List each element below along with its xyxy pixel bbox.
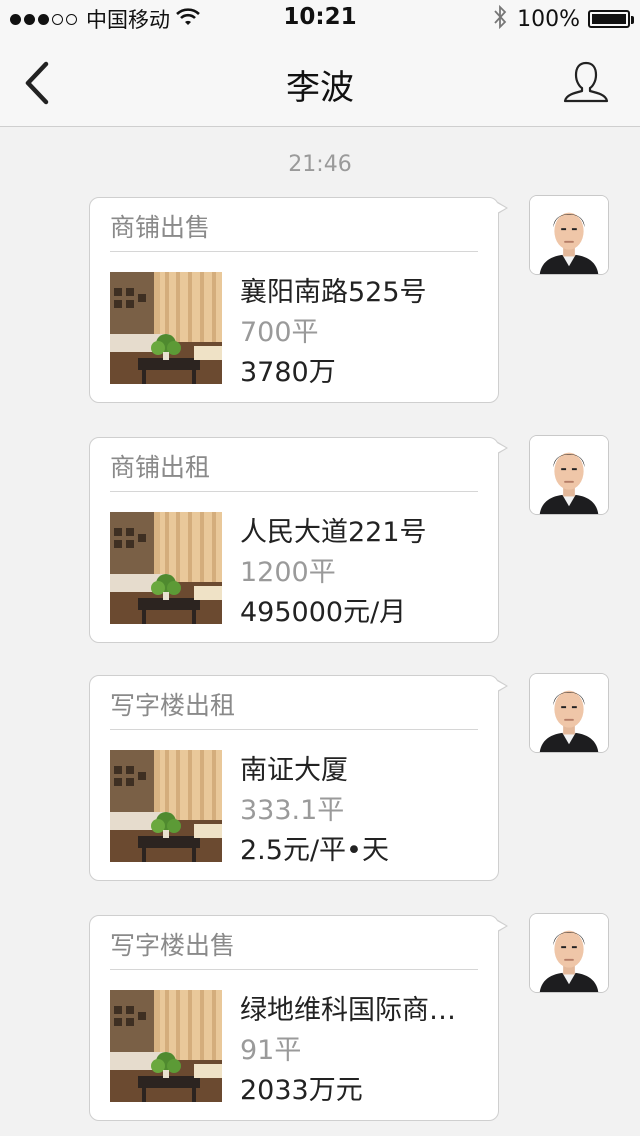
message-timestamp: 21:46 xyxy=(288,152,352,177)
avatar[interactable] xyxy=(529,195,609,275)
bubble-tail xyxy=(497,442,508,454)
card-divider xyxy=(110,251,478,252)
property-area: 91平 xyxy=(240,1035,302,1066)
property-card[interactable]: 写字楼出租 南证大厦 333.1平 2.5元/平•天 xyxy=(89,675,508,881)
bubble-tail xyxy=(497,202,508,214)
navigation-bar: 李波 xyxy=(0,40,640,127)
property-address: 人民大道221号 xyxy=(240,517,427,548)
property-address: 绿地维科国际商… xyxy=(240,995,456,1026)
property-area: 1200平 xyxy=(240,557,336,588)
avatar[interactable] xyxy=(529,435,609,515)
property-thumbnail xyxy=(110,990,222,1102)
avatar[interactable] xyxy=(529,913,609,993)
card-divider xyxy=(110,969,478,970)
card-divider xyxy=(110,729,478,730)
property-price: 2.5元/平•天 xyxy=(240,835,389,866)
card-category: 商铺出售 xyxy=(110,213,211,242)
status-bar: 中国移动 10:21 100% xyxy=(0,0,640,40)
property-price: 3780万 xyxy=(240,357,336,388)
property-price: 495000元/月 xyxy=(240,597,407,628)
property-card[interactable]: 商铺出租 人民大道221号 1200平 495000元/月 xyxy=(89,437,508,643)
bubble-tail xyxy=(497,920,508,932)
battery-tip xyxy=(631,16,634,24)
property-thumbnail xyxy=(110,750,222,862)
property-address: 南证大厦 xyxy=(240,755,348,786)
user-icon[interactable] xyxy=(562,60,610,104)
property-address: 襄阳南路525号 xyxy=(240,277,427,308)
property-thumbnail xyxy=(110,512,222,624)
property-area: 333.1平 xyxy=(240,795,345,826)
chat-message: 商铺出租 人民大道221号 1200平 495000元/月 xyxy=(0,435,640,645)
property-area: 700平 xyxy=(240,317,319,348)
bubble-tail xyxy=(497,680,508,692)
page-title: 李波 xyxy=(286,68,354,108)
battery-percentage: 100% xyxy=(517,6,580,32)
avatar[interactable] xyxy=(529,673,609,753)
card-divider xyxy=(110,491,478,492)
chat-message: 写字楼出租 南证大厦 333.1平 2.5元/平•天 xyxy=(0,673,640,883)
card-category: 写字楼出售 xyxy=(110,931,236,960)
property-price: 2033万元 xyxy=(240,1075,363,1106)
chat-message: 写字楼出售 绿地维科国际商… 91平 2033万元 xyxy=(0,913,640,1123)
bluetooth-icon xyxy=(493,4,507,34)
battery-icon xyxy=(588,10,634,28)
battery-level xyxy=(592,14,626,24)
property-card[interactable]: 写字楼出售 绿地维科国际商… 91平 2033万元 xyxy=(89,915,508,1121)
property-thumbnail xyxy=(110,272,222,384)
property-card[interactable]: 商铺出售 襄阳南路525号 700平 3780万 xyxy=(89,197,508,403)
chat-message: 商铺出售 襄阳南路525号 700平 3780万 xyxy=(0,195,640,405)
card-category: 写字楼出租 xyxy=(110,691,236,720)
card-category: 商铺出租 xyxy=(110,453,211,482)
status-right: 100% xyxy=(493,4,634,34)
